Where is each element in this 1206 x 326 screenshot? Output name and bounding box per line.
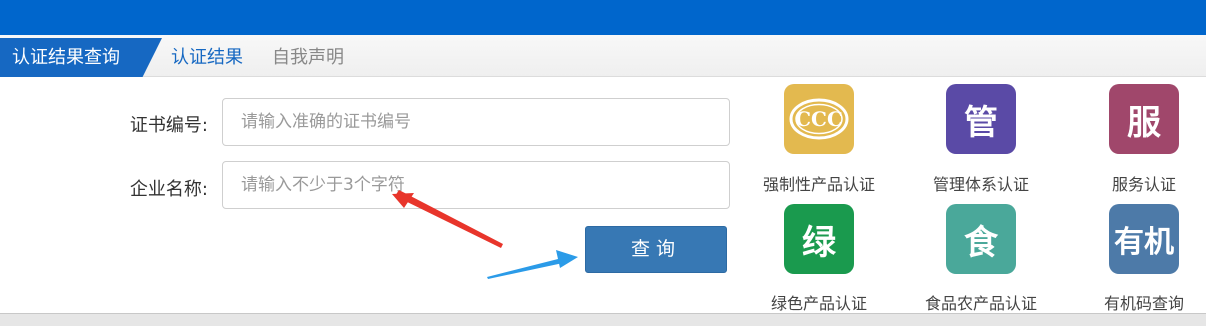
blue-arrow-icon (487, 250, 578, 279)
service-label: 有机码查询 (1103, 294, 1184, 313)
service-management[interactable]: 管 管理体系认证 (911, 84, 1051, 195)
service-label: 管理体系认证 (932, 175, 1029, 194)
service-label: 食品农产品认证 (924, 294, 1037, 313)
company-name-label: 企业名称: (129, 179, 208, 200)
service-green-product[interactable]: 绿 绿色产品认证 (749, 204, 889, 314)
service-service-cert[interactable]: 服 服务认证 (1074, 84, 1206, 195)
service-ccc[interactable]: CCC 强制性产品认证 (749, 84, 889, 195)
tab-certification-result[interactable]: 认证结果 (171, 38, 243, 77)
tab-certification-query[interactable]: 认证结果查询 (0, 38, 162, 77)
organic-icon: 有机 (1109, 204, 1179, 274)
green-icon: 绿 (784, 204, 854, 274)
cert-number-label: 证书编号: (129, 115, 208, 136)
search-button[interactable]: 查询 (585, 226, 727, 273)
bottom-bar (0, 313, 1206, 326)
service-icon: 服 (1109, 84, 1179, 154)
tab-bar: 认证结果查询 认证结果 自我声明 (0, 35, 1206, 77)
svg-text:CCC: CCC (795, 107, 843, 131)
ccc-icon: CCC (784, 84, 854, 154)
management-icon: 管 (946, 84, 1016, 154)
service-label: 服务认证 (1111, 175, 1176, 194)
top-banner (0, 0, 1206, 35)
service-organic-code[interactable]: 有机 有机码查询 (1074, 204, 1206, 314)
food-icon: 食 (946, 204, 1016, 274)
service-food-agri[interactable]: 食 食品农产品认证 (911, 204, 1051, 314)
service-label: 强制性产品认证 (762, 175, 875, 194)
cert-number-input[interactable] (222, 98, 730, 146)
service-label: 绿色产品认证 (770, 294, 867, 313)
company-name-input[interactable] (222, 161, 730, 209)
tab-self-declaration[interactable]: 自我声明 (272, 38, 344, 77)
